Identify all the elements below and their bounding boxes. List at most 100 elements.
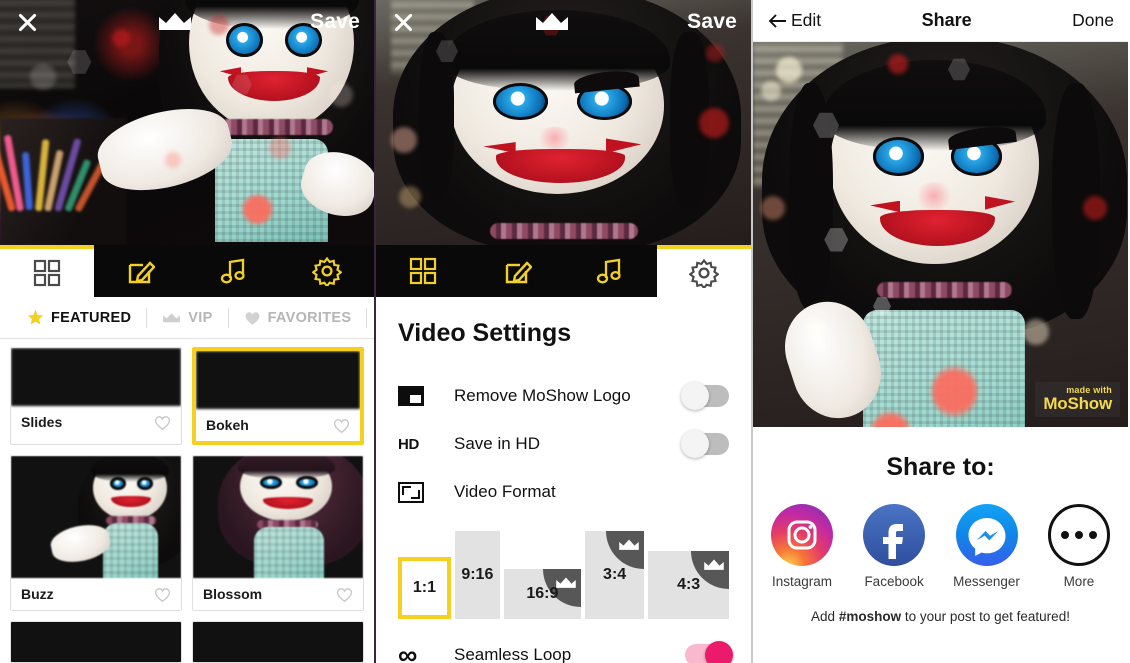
- gear-icon: [689, 258, 720, 288]
- settings-topbar: Save: [376, 0, 751, 44]
- hd-icon-label: HD: [398, 435, 420, 453]
- category-featured[interactable]: FEATURED: [12, 297, 146, 339]
- template-card-partial[interactable]: [192, 621, 364, 663]
- video-preview-share[interactable]: made with MoShow: [753, 42, 1128, 427]
- template-thumbnail: [193, 622, 363, 662]
- share-panel: Edit Share Done made with MoShow Share t…: [753, 0, 1128, 663]
- hd-icon: HD: [398, 436, 432, 453]
- settings-title: Video Settings: [398, 319, 572, 347]
- moshow-logo-icon: [398, 386, 432, 406]
- settings-panel: Save Video Settings Remove MoShow Logo H…: [376, 0, 753, 663]
- vip-badge: [606, 531, 645, 569]
- category-favorites[interactable]: FAVORITES: [229, 297, 367, 339]
- template-thumbnail: [11, 456, 181, 578]
- pencil-square-icon: [129, 261, 156, 284]
- crown-icon: [704, 559, 724, 570]
- favorite-heart-icon[interactable]: [154, 414, 171, 431]
- setting-video-format: Video Format: [398, 468, 729, 516]
- format-label: 3:4: [603, 566, 627, 583]
- share-target-instagram[interactable]: Instagram: [769, 504, 835, 589]
- crown-icon: [159, 13, 192, 30]
- template-card-slides[interactable]: Slides: [10, 347, 182, 445]
- category-vip[interactable]: VIP: [147, 297, 227, 339]
- save-button[interactable]: Save: [687, 10, 737, 34]
- setting-seamless-loop-label: Seamless Loop: [454, 645, 572, 663]
- template-card-bokeh[interactable]: Bokeh: [192, 347, 364, 445]
- video-preview-settings[interactable]: Save: [376, 0, 751, 245]
- setting-video-format-label: Video Format: [454, 482, 556, 501]
- arrow-left-icon: [768, 13, 786, 28]
- category-strip: FEATURED VIP FAVORITES: [0, 297, 374, 339]
- template-card-buzz[interactable]: Buzz: [10, 455, 182, 611]
- share-hashtag-note: Add #moshow to your post to get featured…: [769, 609, 1112, 624]
- preview-photo: [753, 42, 1128, 427]
- template-thumbnail: [11, 622, 181, 662]
- template-grid: Slides Bokeh Buzz Blossom: [0, 339, 374, 663]
- tab-settings[interactable]: [281, 245, 375, 297]
- note-suffix: to your post to get featured!: [901, 609, 1070, 624]
- setting-save-hd-label: Save in HD: [454, 434, 540, 453]
- editor-topbar: Save: [0, 0, 374, 44]
- share-target-facebook[interactable]: Facebook: [861, 504, 927, 589]
- tab-music[interactable]: [564, 245, 658, 297]
- save-button[interactable]: Save: [310, 10, 360, 34]
- favorite-heart-icon[interactable]: [333, 417, 350, 434]
- format-option-9-16[interactable]: 9:16: [454, 531, 500, 619]
- close-icon[interactable]: [390, 9, 416, 35]
- tab-edit[interactable]: [94, 245, 188, 297]
- template-name: Bokeh: [206, 417, 249, 433]
- format-label: 4:3: [677, 576, 701, 593]
- format-option-3-4[interactable]: 3:4: [584, 531, 645, 619]
- crop-frame-icon: [398, 481, 432, 503]
- close-icon[interactable]: [14, 9, 40, 35]
- pencil-square-icon: [505, 261, 532, 284]
- category-vip-label: VIP: [188, 309, 213, 326]
- editor-panel: Save FEATURED VIP FAVORITES Slides Bokeh…: [0, 0, 376, 663]
- video-format-options: 1:1 9:16 16:9 3:4 4:3: [398, 524, 730, 619]
- remove-logo-toggle[interactable]: [681, 382, 729, 410]
- setting-remove-logo[interactable]: Remove MoShow Logo: [398, 372, 729, 420]
- tab-edit[interactable]: [470, 245, 564, 297]
- share-heading: Share to:: [886, 453, 995, 481]
- setting-remove-logo-label: Remove MoShow Logo: [454, 386, 631, 405]
- format-option-4-3[interactable]: 4:3: [648, 551, 730, 619]
- format-option-16-9[interactable]: 16:9: [503, 569, 581, 619]
- template-thumbnail: [196, 351, 360, 409]
- facebook-icon: [863, 504, 926, 566]
- template-name: Slides: [21, 414, 63, 430]
- share-target-more[interactable]: More: [1046, 504, 1112, 589]
- back-label: Edit: [791, 10, 822, 30]
- note-hashtag: #moshow: [838, 609, 902, 624]
- save-hd-toggle[interactable]: [681, 430, 729, 458]
- app-screenshot: Save FEATURED VIP FAVORITES Slides Bokeh…: [0, 0, 1130, 663]
- tab-settings[interactable]: [657, 245, 751, 297]
- note-prefix: Add: [811, 609, 839, 624]
- back-to-edit-button[interactable]: Edit: [767, 10, 821, 31]
- template-card-blossom[interactable]: Blossom: [192, 455, 364, 611]
- template-card-partial[interactable]: [10, 621, 182, 663]
- format-label: 1:1: [412, 579, 436, 596]
- done-button[interactable]: Done: [1072, 10, 1114, 31]
- tab-templates[interactable]: [376, 245, 470, 297]
- seamless-loop-toggle[interactable]: [685, 641, 733, 663]
- gear-icon: [312, 256, 343, 286]
- share-target-label: Facebook: [864, 574, 924, 589]
- format-option-1-1[interactable]: 1:1: [398, 557, 451, 619]
- tab-templates[interactable]: [0, 245, 94, 297]
- video-settings-section: Video Settings Remove MoShow Logo HD Sav…: [376, 297, 751, 663]
- favorite-heart-icon[interactable]: [154, 586, 171, 603]
- favorite-heart-icon[interactable]: [336, 586, 353, 603]
- category-divider: [366, 307, 368, 328]
- share-topbar: Edit Share Done: [753, 0, 1128, 42]
- editor-tabbar: [0, 245, 374, 297]
- share-target-messenger[interactable]: Messenger: [953, 504, 1020, 589]
- template-thumbnail: [193, 456, 363, 578]
- tab-music[interactable]: [187, 245, 281, 297]
- watermark-line2: MoShow: [1043, 394, 1112, 413]
- setting-save-hd[interactable]: HD Save in HD: [398, 420, 729, 468]
- ellipsis-icon: [1047, 504, 1110, 566]
- format-label: 16:9: [526, 585, 559, 602]
- video-preview-editor[interactable]: Save: [0, 0, 374, 245]
- setting-seamless-loop[interactable]: ∞ Seamless Loop: [398, 631, 733, 663]
- music-note-icon: [220, 258, 245, 284]
